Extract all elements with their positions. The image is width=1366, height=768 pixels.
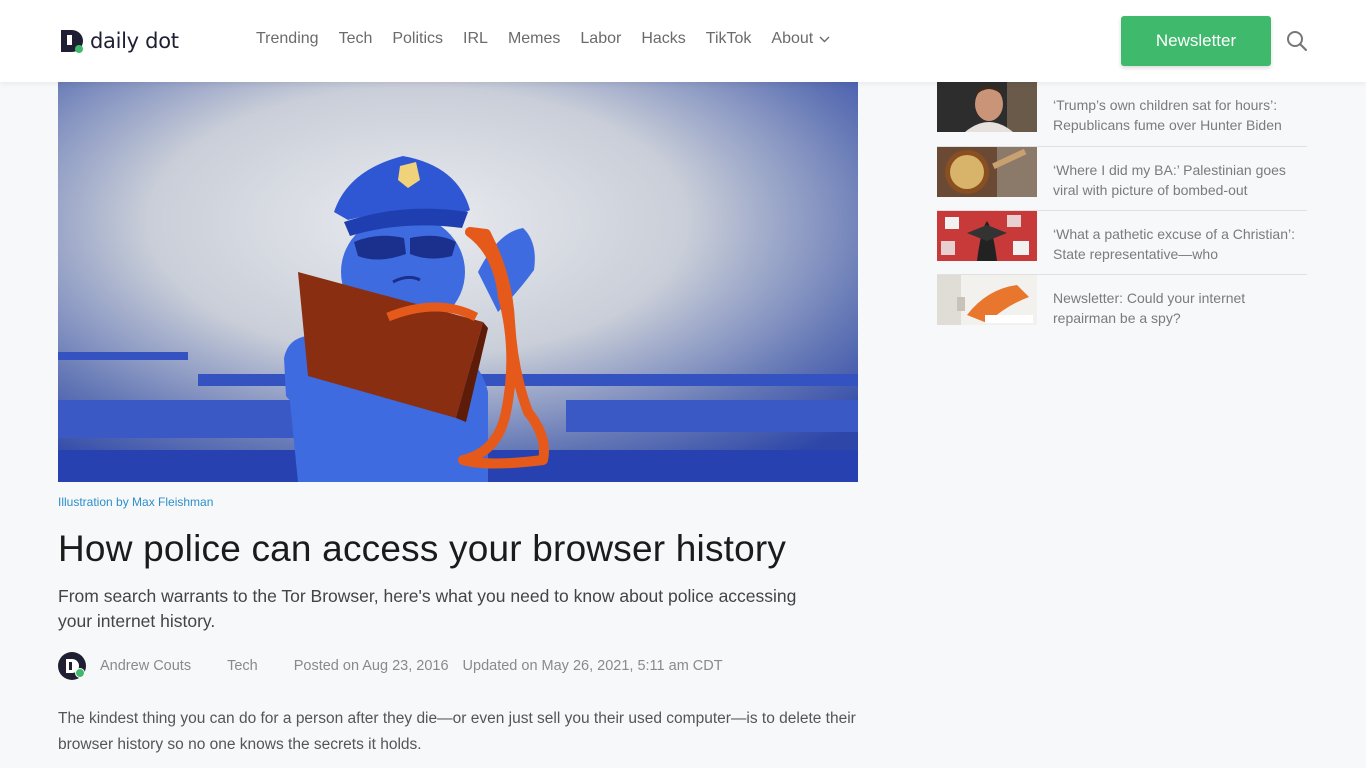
newsletter-button[interactable]: Newsletter [1121,16,1271,66]
daily-dot-logo[interactable]: daily dot [58,27,179,55]
related-article-item[interactable]: Newsletter: Could your internet repairma… [937,274,1307,338]
related-article-item[interactable]: ‘Trump’s own children sat for hours’: Re… [937,82,1307,146]
hero-illustration [58,82,858,482]
main-nav: Trending Tech Politics IRL Memes Labor H… [256,30,830,48]
nav-item-hacks[interactable]: Hacks [641,30,685,48]
nav-item-labor[interactable]: Labor [580,30,621,48]
related-article-title: ‘Where I did my BA:’ Palestinian goes vi… [1053,162,1286,198]
nav-item-trending[interactable]: Trending [256,30,319,48]
chevron-down-icon [819,36,830,42]
article-subtitle: From search warrants to the Tor Browser,… [58,586,797,631]
daily-dot-logo-icon [61,30,83,53]
category-link[interactable]: Tech [227,658,258,674]
related-article-thumbnail [937,147,1037,197]
related-article-thumbnail [937,275,1037,325]
related-article-item[interactable]: ‘Where I did my BA:’ Palestinian goes vi… [937,146,1307,210]
related-articles-sidebar: ‘Trump’s own children sat for hours’: Re… [937,82,1307,338]
hero-caption-link[interactable]: Illustration by Max Fleishman [58,495,213,509]
article-meta: Andrew Couts Tech Posted on Aug 23, 2016… [58,652,723,680]
related-article-thumbnail [937,82,1037,132]
site-header: daily dot Trending Tech Politics IRL Mem… [0,0,1366,82]
related-article-title: Newsletter: Could your internet repairma… [1053,290,1246,326]
related-article-title: ‘What a pathetic excuse of a Christian’:… [1053,226,1296,262]
logo-text: daily dot [90,29,179,53]
related-article-thumbnail [937,211,1037,261]
nav-item-tiktok[interactable]: TikTok [706,30,752,48]
nav-item-politics[interactable]: Politics [392,30,443,48]
author-avatar[interactable] [58,652,86,680]
posted-date: Posted on Aug 23, 2016 [293,658,449,674]
nav-item-about[interactable]: About [771,30,830,48]
author-link[interactable]: Andrew Couts [100,658,191,674]
nav-item-about-label: About [771,30,814,47]
nav-item-irl[interactable]: IRL [463,30,488,48]
nav-item-tech[interactable]: Tech [339,30,373,48]
related-article-item[interactable]: ‘What a pathetic excuse of a Christian’:… [937,210,1307,274]
updated-date: Updated on May 26, 2021, 5:11 am CDT [462,658,723,674]
nav-item-memes[interactable]: Memes [508,30,560,48]
related-article-title: ‘Trump’s own children sat for hours’: Re… [1053,97,1282,133]
article-title: How police can access your browser histo… [58,528,787,569]
search-icon[interactable] [1286,30,1308,52]
article-body-paragraph: The kindest thing you can do for a perso… [58,710,856,753]
police-browser-history-illustration [58,82,858,482]
